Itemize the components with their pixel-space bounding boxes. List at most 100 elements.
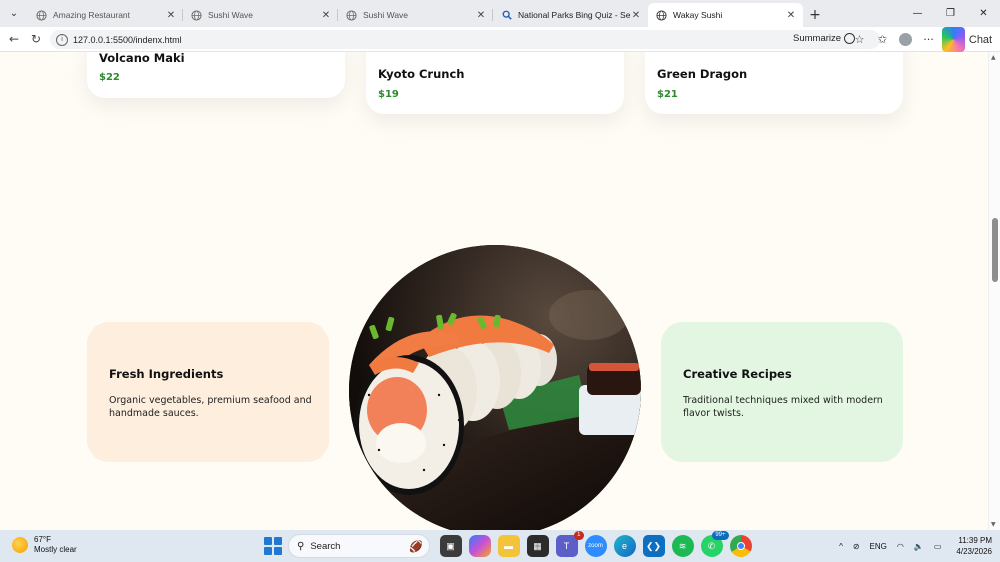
- feature-description: Traditional techniques mixed with modern…: [683, 395, 883, 419]
- globe-icon: [346, 9, 357, 21]
- back-arrow-icon[interactable]: ←: [3, 28, 25, 50]
- tab-title: Sushi Wave: [363, 10, 409, 20]
- close-tab-icon[interactable]: ✕: [630, 10, 642, 21]
- microsoft-store-icon[interactable]: ▦: [526, 535, 549, 557]
- minimize-icon[interactable]: —: [901, 0, 934, 27]
- scrollbar-thumb[interactable]: [992, 218, 998, 282]
- clock-date: 4/23/2026: [956, 547, 992, 556]
- system-clock[interactable]: 11:39 PM 4/23/2026: [956, 535, 992, 557]
- tab-actions-menu-button[interactable]: ⌄: [0, 0, 28, 27]
- task-view-icon[interactable]: ▣: [439, 535, 462, 557]
- taskbar-apps: ⚲ Search 🏈 ▣ ▬ ▦ T1 zoom e ❮❯ ≋ ✆ 99+: [258, 531, 755, 559]
- globe-icon: [36, 9, 47, 21]
- page-viewport: Volcano Maki $22 Kyoto Crunch $19 Green …: [0, 52, 988, 530]
- menu-item-name: Green Dragon: [657, 67, 748, 81]
- feature-title: Fresh Ingredients: [109, 367, 224, 381]
- system-tray: ^ ⊘ ENG ◠ 🔈 ▭ 11:39 PM 4/23/2026: [834, 530, 992, 562]
- windows-taskbar: 67°F Mostly clear ⚲ Search 🏈 ▣ ▬ ▦ T1 zo…: [0, 530, 1000, 562]
- tab-title: Amazing Restaurant: [53, 10, 131, 20]
- vscode-icon[interactable]: ❮❯: [642, 535, 665, 557]
- address-toolbar: ← ↻ i 127.0.0.1:5500/indenx.html Summari…: [0, 27, 1000, 52]
- menu-item-name: Kyoto Crunch: [378, 67, 465, 81]
- copilot-icon: [942, 27, 965, 52]
- whatsapp-icon[interactable]: ✆ 99+: [700, 531, 729, 557]
- favorite-star-icon[interactable]: ☆: [848, 27, 871, 52]
- tab-amazing-restaurant[interactable]: Amazing Restaurant ✕: [28, 3, 183, 27]
- tab-sushi-wave-1[interactable]: Sushi Wave ✕: [183, 3, 338, 27]
- menu-card-volcano-maki[interactable]: Volcano Maki $22: [87, 52, 345, 98]
- globe-icon: [191, 9, 202, 21]
- scroll-up-icon[interactable]: ▲: [991, 54, 996, 61]
- tab-title: National Parks Bing Quiz - Search: [518, 10, 630, 20]
- menu-item-price: $22: [99, 72, 120, 83]
- tab-title: Sushi Wave: [208, 10, 254, 20]
- chat-label: Chat: [968, 33, 993, 46]
- toolbar-icons: ☆ ✩ ··· Chat: [848, 27, 1000, 52]
- browser-tab-bar: ⌄ Amazing Restaurant ✕ Sushi Wave ✕ Sush…: [0, 0, 1000, 27]
- whatsapp-badge: 99+: [712, 531, 729, 540]
- weather-widget[interactable]: 67°F Mostly clear: [12, 535, 77, 555]
- network-off-icon[interactable]: ⊘: [853, 542, 860, 551]
- weather-desc: Mostly clear: [34, 545, 77, 554]
- tab-title: Wakay Sushi: [673, 10, 723, 20]
- feature-card-fresh-ingredients: Fresh Ingredients Organic vegetables, pr…: [87, 322, 329, 462]
- chrome-icon[interactable]: [729, 535, 752, 557]
- chevron-up-icon[interactable]: ^: [839, 542, 843, 551]
- profile-avatar-icon[interactable]: [894, 27, 917, 52]
- taskbar-search-box[interactable]: ⚲ Search 🏈: [288, 534, 430, 558]
- file-explorer-icon[interactable]: ▬: [497, 535, 520, 557]
- window-controls: — ❐ ✕: [901, 0, 1000, 27]
- menu-item-price: $21: [657, 89, 678, 100]
- weather-sun-icon: [12, 537, 28, 553]
- sushi-illustration: [349, 245, 641, 530]
- menu-item-name: Volcano Maki: [99, 52, 185, 65]
- avatar: [899, 33, 912, 46]
- site-info-icon[interactable]: i: [56, 33, 68, 46]
- menu-card-green-dragon[interactable]: Green Dragon $21: [645, 52, 903, 114]
- close-tab-icon[interactable]: ✕: [475, 10, 487, 21]
- new-tab-button[interactable]: +: [803, 3, 827, 27]
- chrome-center: [736, 542, 745, 550]
- copilot-app-icon[interactable]: [468, 535, 491, 557]
- windows-start-icon[interactable]: [264, 537, 282, 555]
- bing-search-icon: [501, 10, 512, 21]
- weather-temp: 67°F: [34, 535, 51, 544]
- tab-sushi-wave-2[interactable]: Sushi Wave ✕: [338, 3, 493, 27]
- clock-time: 11:39 PM: [958, 536, 992, 545]
- battery-icon[interactable]: ▭: [934, 542, 942, 551]
- summarize-button[interactable]: Summarize: [793, 33, 856, 44]
- tab-wakay-sushi[interactable]: Wakay Sushi ✕: [648, 3, 803, 27]
- page-scrollbar[interactable]: ▲ ▼: [988, 52, 1000, 530]
- volume-icon[interactable]: 🔈: [914, 542, 924, 551]
- language-indicator[interactable]: ENG: [870, 542, 887, 551]
- spotify-icon[interactable]: ≋: [671, 535, 694, 557]
- search-label: Search: [310, 540, 341, 552]
- feature-card-creative-recipes: Creative Recipes Traditional techniques …: [661, 322, 903, 462]
- summarize-label: Summarize: [793, 33, 842, 44]
- refresh-icon[interactable]: ↻: [25, 28, 47, 50]
- sushi-hero-image: [349, 245, 641, 530]
- feature-title: Creative Recipes: [683, 367, 792, 381]
- wifi-icon[interactable]: ◠: [897, 542, 904, 551]
- zoom-icon[interactable]: zoom: [584, 535, 607, 557]
- tab-bing-quiz[interactable]: National Parks Bing Quiz - Search ✕: [493, 3, 648, 27]
- feature-description: Organic vegetables, premium seafood and …: [109, 395, 312, 419]
- teams-badge: 1: [574, 531, 584, 540]
- restore-icon[interactable]: ❐: [934, 0, 967, 27]
- globe-icon: [656, 9, 667, 21]
- menu-card-kyoto-crunch[interactable]: Kyoto Crunch $19: [366, 52, 624, 114]
- close-tab-icon[interactable]: ✕: [785, 10, 797, 21]
- close-tab-icon[interactable]: ✕: [165, 10, 177, 21]
- close-window-icon[interactable]: ✕: [967, 0, 1000, 27]
- edge-browser-icon[interactable]: e: [613, 535, 636, 557]
- teams-icon[interactable]: T1: [555, 531, 584, 557]
- scroll-down-icon[interactable]: ▼: [991, 521, 996, 528]
- copilot-chat-button[interactable]: Chat: [940, 27, 1000, 52]
- favorites-list-icon[interactable]: ✩: [871, 27, 894, 52]
- more-options-icon[interactable]: ···: [917, 27, 940, 52]
- menu-item-price: $19: [378, 89, 399, 100]
- address-bar[interactable]: i 127.0.0.1:5500/indenx.html: [50, 30, 880, 49]
- close-tab-icon[interactable]: ✕: [320, 10, 332, 21]
- search-icon: ⚲: [297, 540, 305, 552]
- search-highlight-icon: 🏈: [409, 540, 423, 553]
